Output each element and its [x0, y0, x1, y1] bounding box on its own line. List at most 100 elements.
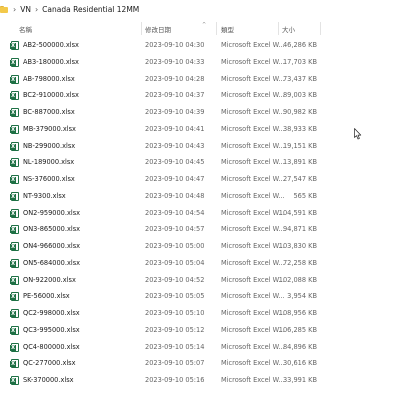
file-row[interactable]: SK-370000.xlsx 2023-09-10 05:16 Microsoft …: [0, 371, 419, 388]
excel-file-icon: [10, 57, 19, 67]
file-row[interactable]: QC4-800000.xlsx 2023-09-10 05:14 Microsoft…: [0, 338, 419, 355]
file-row[interactable]: QC3-995000.xlsx 2023-09-10 05:12 Microsoft…: [0, 321, 419, 338]
file-type: Microsoft Excel W...: [221, 74, 285, 83]
file-size: 94,871 KB: [282, 225, 317, 234]
file-date: 2023-09-10 05:12: [145, 325, 205, 334]
file-date: 2023-09-10 04:45: [145, 158, 205, 167]
file-name: AB-798000.xlsx: [23, 74, 75, 83]
file-type: Microsoft Excel W...: [221, 124, 285, 133]
file-name: QC-277000.xlsx: [23, 359, 76, 368]
file-size: 46,286 KB: [282, 41, 317, 49]
excel-file-icon: [10, 225, 19, 235]
file-name: BC-887000.xlsx: [23, 108, 75, 116]
excel-file-icon: [10, 124, 19, 134]
mouse-pointer-icon: [354, 128, 362, 140]
file-date: 2023-09-10 05:07: [145, 359, 205, 368]
file-row[interactable]: NS-376000.xlsx 2023-09-10 04:47 Microsoft …: [0, 170, 419, 187]
file-size: 33,991 KB: [282, 376, 317, 384]
sort-caret-icon: ^: [202, 22, 207, 28]
file-date: 2023-09-10 04:33: [145, 57, 205, 66]
file-name: NL-189000.xlsx: [23, 158, 75, 167]
excel-file-icon: [10, 141, 19, 151]
file-name: NT-9300.xlsx: [23, 191, 66, 200]
excel-file-icon: [10, 292, 19, 302]
file-size: 27,547 KB: [282, 175, 317, 183]
column-divider[interactable]: [141, 22, 142, 35]
file-type: Microsoft Excel W...: [221, 292, 285, 301]
excel-file-icon: [10, 242, 19, 251]
file-date: 2023-09-10 04:41: [145, 124, 205, 133]
file-name: QC3-995000.xlsx: [23, 325, 80, 334]
file-size: 13,891 KB: [282, 158, 317, 167]
excel-file-icon: [10, 41, 19, 50]
excel-file-icon: [10, 191, 19, 201]
excel-file-icon: [10, 158, 19, 168]
file-row[interactable]: ON2-959000.xlsx 2023-09-10 04:54 Microsoft…: [0, 204, 419, 221]
excel-file-icon: [10, 258, 19, 268]
file-row[interactable]: AB-798000.xlsx 2023-09-10 04:28 Microsoft …: [0, 70, 419, 87]
column-divider[interactable]: [216, 22, 217, 35]
file-type: Microsoft Excel W...: [221, 208, 285, 217]
file-name: MB-379000.xlsx: [23, 124, 76, 133]
file-row[interactable]: PE-56000.xlsx 2023-09-10 05:05 Microsoft E…: [0, 287, 419, 304]
file-row[interactable]: ON4-966000.xlsx 2023-09-10 05:00 Microsoft…: [0, 237, 419, 254]
file-date: 2023-09-10 05:10: [145, 309, 205, 317]
file-name: ON5-684000.xlsx: [23, 258, 81, 267]
breadcrumb-item-current-folder[interactable]: Canada Residential 12MM: [42, 5, 139, 14]
file-name: NB-299000.xlsx: [23, 141, 76, 150]
column-header-date[interactable]: 修改日期: [145, 24, 171, 34]
file-row[interactable]: AB2-500000.xlsx 2023-09-10 04:30 Microsoft…: [0, 36, 419, 53]
file-date: 2023-09-10 04:52: [145, 275, 205, 284]
file-name: AB2-500000.xlsx: [23, 41, 79, 49]
column-header-name[interactable]: 名稱: [19, 24, 32, 34]
file-date: 2023-09-10 05:04: [145, 258, 205, 267]
file-row[interactable]: ON3-865000.xlsx 2023-09-10 04:57 Microsoft…: [0, 220, 419, 237]
file-row[interactable]: ON-922000.xlsx 2023-09-10 04:52 Microsoft …: [0, 271, 419, 288]
file-date: 2023-09-10 04:47: [145, 175, 205, 183]
file-size: 72,258 KB: [282, 258, 317, 267]
file-date: 2023-09-10 05:16: [145, 376, 205, 384]
file-row[interactable]: QC-277000.xlsx 2023-09-10 05:07 Microsoft …: [0, 354, 419, 371]
file-row[interactable]: NL-189000.xlsx 2023-09-10 04:45 Microsoft …: [0, 153, 419, 170]
file-size: 104,591 KB: [278, 208, 317, 217]
file-date: 2023-09-10 05:00: [145, 242, 205, 250]
chevron-right-icon: ›: [13, 4, 17, 14]
column-divider[interactable]: [320, 22, 321, 35]
file-row[interactable]: ON5-684000.xlsx 2023-09-10 05:04 Microsoft…: [0, 254, 419, 271]
file-size: 106,285 KB: [278, 325, 317, 334]
file-name: AB3-180000.xlsx: [23, 57, 79, 66]
file-type: Microsoft Excel W...: [221, 376, 285, 384]
column-header-size[interactable]: 大小: [282, 24, 295, 34]
file-row[interactable]: BC2-910000.xlsx 2023-09-10 04:37 Microsoft…: [0, 86, 419, 103]
breadcrumb: › VN › Canada Residential 12MM: [0, 0, 419, 18]
file-type: Microsoft Excel W...: [221, 225, 285, 234]
file-size: 108,956 KB: [278, 309, 317, 317]
file-name: QC2-998000.xlsx: [23, 309, 80, 317]
file-row[interactable]: QC2-998000.xlsx 2023-09-10 05:10 Microsoft…: [0, 304, 419, 321]
file-type: Microsoft Excel W...: [221, 158, 285, 167]
breadcrumb-item-vn[interactable]: VN: [20, 5, 31, 14]
file-date: 2023-09-10 04:39: [145, 108, 205, 116]
file-row[interactable]: BC-887000.xlsx 2023-09-10 04:39 Microsoft …: [0, 103, 419, 120]
file-date: 2023-09-10 04:30: [145, 41, 205, 49]
excel-file-icon: [10, 309, 19, 318]
file-size: 89,003 KB: [282, 91, 317, 100]
file-name: ON2-959000.xlsx: [23, 208, 81, 217]
file-date: 2023-09-10 04:43: [145, 141, 205, 150]
file-size: 17,703 KB: [282, 57, 317, 66]
excel-file-icon: [10, 342, 19, 352]
file-type: Microsoft Excel W...: [221, 41, 285, 49]
file-date: 2023-09-10 05:14: [145, 342, 205, 351]
file-date: 2023-09-10 04:54: [145, 208, 205, 217]
column-header: 名稱 ^ 修改日期 類型 大小: [0, 22, 419, 35]
excel-file-icon: [10, 275, 19, 285]
file-row[interactable]: NT-9300.xlsx 2023-09-10 04:48 Microsoft Ex…: [0, 187, 419, 204]
file-row[interactable]: AB3-180000.xlsx 2023-09-10 04:33 Microsoft…: [0, 53, 419, 70]
column-header-type[interactable]: 類型: [221, 24, 234, 34]
excel-file-icon: [10, 175, 19, 184]
column-divider[interactable]: [278, 22, 279, 35]
file-type: Microsoft Excel W...: [221, 342, 285, 351]
file-size: 90,982 KB: [282, 108, 317, 116]
file-type: Microsoft Excel W...: [221, 242, 285, 250]
file-size: 84,896 KB: [282, 342, 317, 351]
